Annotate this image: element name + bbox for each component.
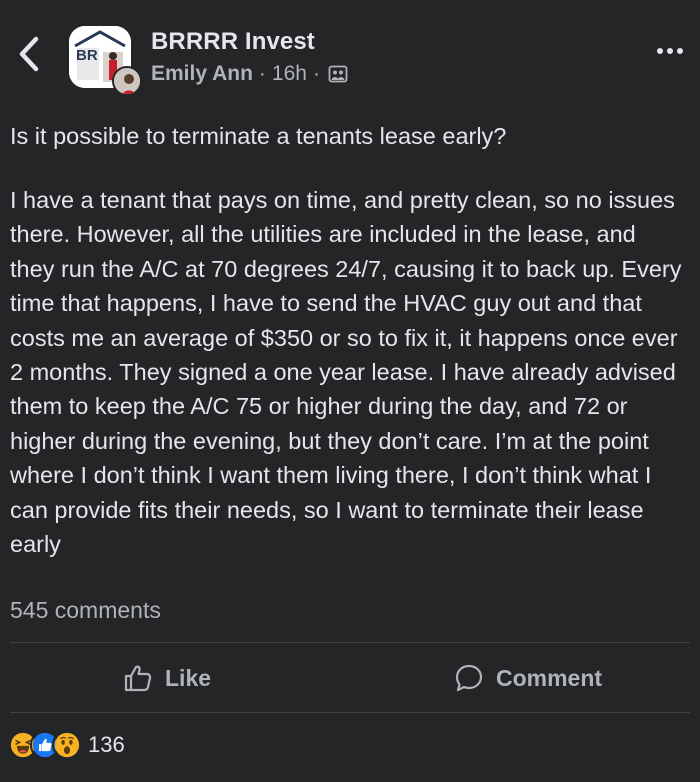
comments-count[interactable]: 545 comments (10, 597, 161, 624)
divider (10, 642, 690, 643)
back-button[interactable] (8, 30, 50, 78)
meta-separator: · (258, 62, 266, 85)
post-meta: Emily Ann · 16h · (151, 62, 348, 86)
divider (10, 712, 690, 713)
comment-bubble-icon (455, 664, 483, 692)
like-button[interactable]: Like (123, 650, 211, 706)
group-avatar-text: BR (76, 47, 98, 64)
comment-button[interactable]: Comment (454, 650, 602, 706)
post-screen: BR BRRRR Invest Emily Ann · 16h · Is it … (0, 0, 700, 782)
comment-label: Comment (496, 664, 603, 691)
more-dot (677, 48, 683, 54)
more-dot (667, 48, 673, 54)
like-label: Like (165, 664, 212, 691)
author-avatar[interactable] (112, 66, 142, 96)
wow-icon (52, 730, 82, 760)
author-photo-icon (114, 68, 140, 94)
author-name[interactable]: Emily Ann (151, 62, 253, 86)
post-title: Is it possible to terminate a tenants le… (10, 123, 507, 149)
more-options-button[interactable] (650, 36, 690, 66)
timestamp[interactable]: 16h (272, 62, 307, 86)
chevron-left-icon (19, 36, 39, 72)
reaction-count: 136 (88, 732, 125, 757)
meta-separator: · (312, 62, 320, 85)
post-header: BR BRRRR Invest Emily Ann · 16h · (0, 0, 700, 110)
post-body: I have a tenant that pays on time, and p… (10, 187, 682, 558)
more-horizontal-icon (657, 48, 663, 54)
group-name[interactable]: BRRRR Invest (151, 28, 315, 56)
group-privacy-icon (328, 65, 348, 83)
reactions-summary[interactable]: 136 (8, 729, 125, 761)
thumbs-up-icon (124, 665, 152, 692)
